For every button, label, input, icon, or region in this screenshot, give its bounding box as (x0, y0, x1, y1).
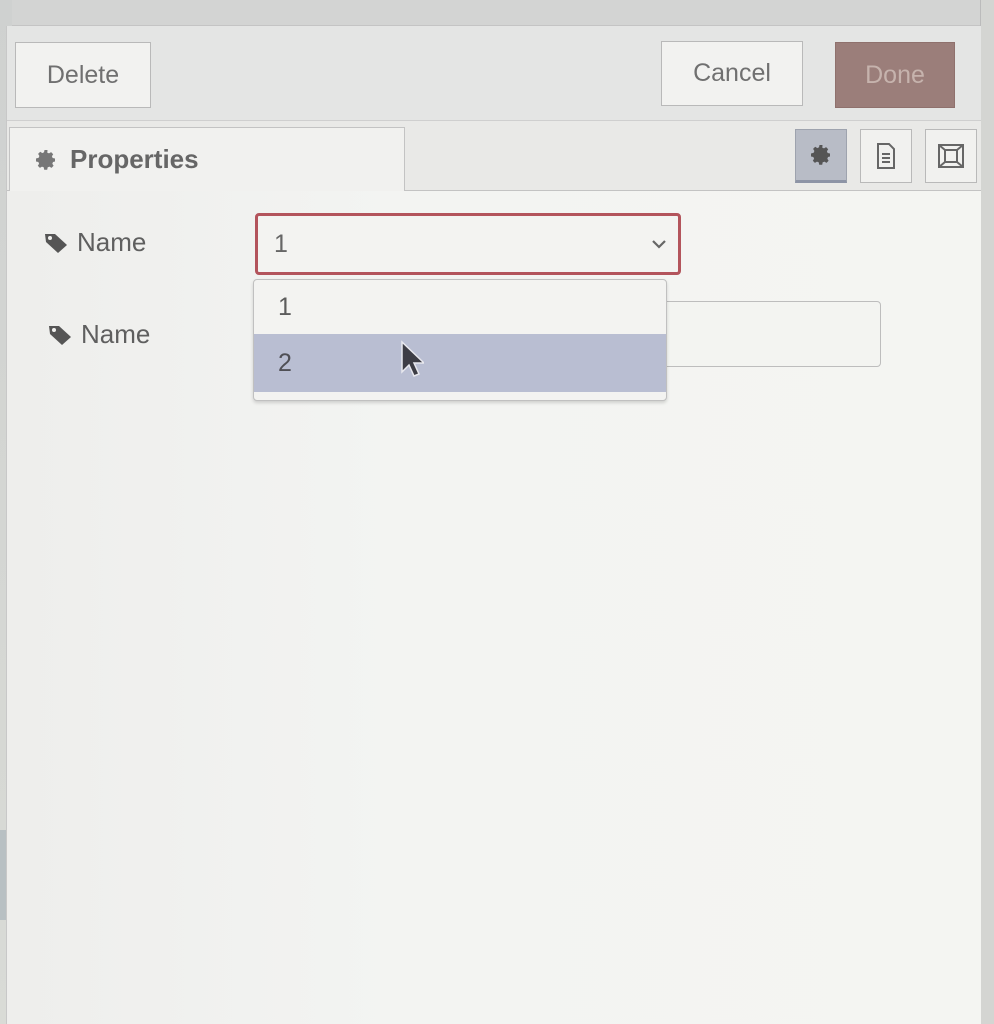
tag-icon (49, 325, 71, 345)
node-description-button[interactable] (860, 129, 912, 183)
name-field-label-2: Name (47, 319, 150, 350)
top-bar (0, 0, 994, 26)
name-label-text: Name (77, 227, 147, 257)
frame-icon (938, 144, 964, 168)
name-select[interactable]: 1 (255, 213, 681, 275)
name-select-dropdown: 1 2 (253, 279, 667, 401)
tab-row: Properties (7, 121, 981, 191)
name-label-text-2: Name (81, 319, 151, 349)
tray-toolbar: Delete Cancel Done (7, 26, 981, 121)
tab-properties[interactable]: Properties (9, 127, 405, 191)
cancel-button[interactable]: Cancel (661, 41, 803, 106)
edit-tray: Delete Cancel Done Properties Name 1 Nam… (6, 26, 981, 1024)
node-appearance-button[interactable] (925, 129, 977, 183)
properties-panel: Name 1 Name 1 2 (7, 191, 981, 1024)
tag-icon (45, 233, 67, 253)
delete-button[interactable]: Delete (15, 42, 151, 108)
mouse-cursor-icon (401, 340, 424, 377)
name-select-value: 1 (274, 229, 288, 258)
done-button[interactable]: Done (835, 42, 955, 108)
dropdown-option-1[interactable]: 1 (254, 280, 666, 334)
right-edge-panel (980, 0, 994, 1024)
document-icon (877, 143, 895, 169)
chevron-down-icon (652, 240, 666, 249)
node-settings-button[interactable] (795, 129, 847, 183)
tab-properties-label: Properties (70, 144, 199, 174)
gear-icon (36, 149, 55, 170)
dropdown-option-2[interactable]: 2 (254, 334, 666, 392)
name-field-label: Name (43, 227, 146, 258)
gear-icon (811, 145, 830, 165)
